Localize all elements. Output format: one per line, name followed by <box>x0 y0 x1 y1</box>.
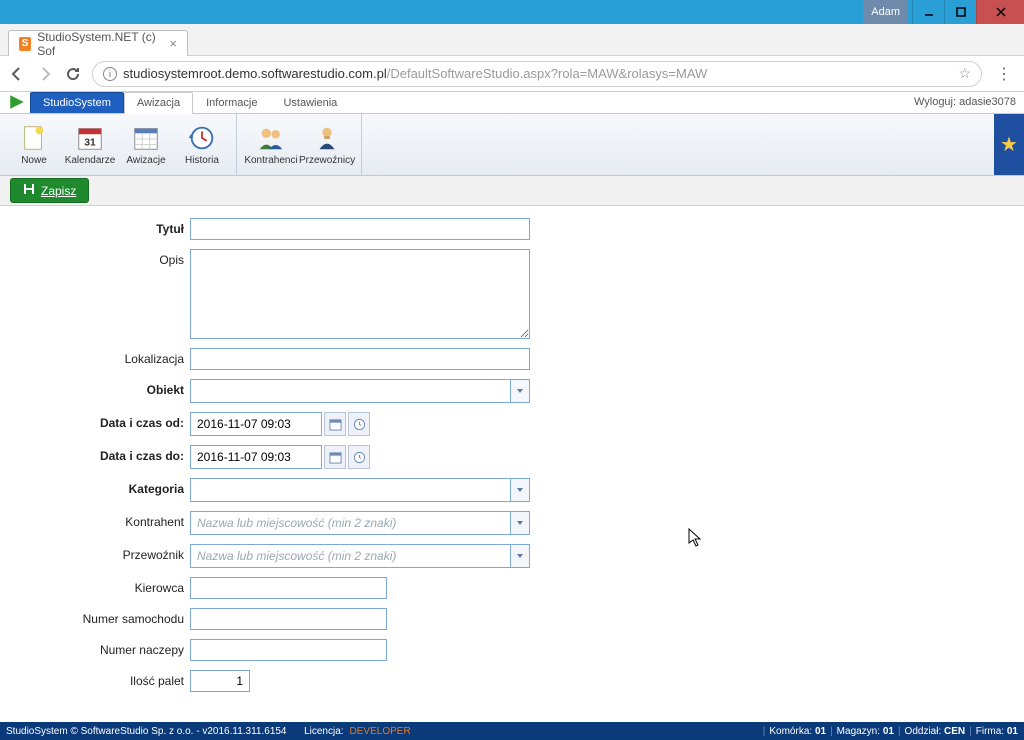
status-licencja-value: DEVELOPER <box>350 726 411 737</box>
calendar-picker-icon[interactable] <box>324 445 346 469</box>
carrier-icon <box>312 123 342 153</box>
status-licencja-label: Licencja: <box>304 726 343 737</box>
clock-picker-icon[interactable] <box>348 445 370 469</box>
favicon-icon: S <box>19 37 31 51</box>
star-icon: ★ <box>1000 132 1018 157</box>
ribbon-awizacje[interactable]: Awizacje <box>118 116 174 173</box>
label-przewoznik: Przewoźnik <box>0 544 190 562</box>
ribbon-label: Kontrahenci <box>244 155 297 166</box>
tab-studiosystem[interactable]: StudioSystem <box>30 92 124 113</box>
combo-przewoznik[interactable] <box>190 544 530 568</box>
save-button[interactable]: Zapisz <box>10 178 89 203</box>
history-icon <box>187 123 217 153</box>
svg-text:31: 31 <box>84 138 96 149</box>
browser-address-bar: i studiosystemroot.demo.softwarestudio.c… <box>0 56 1024 92</box>
status-bar: StudioSystem © SoftwareStudio Sp. z o.o.… <box>0 722 1024 740</box>
window-titlebar: Adam <box>0 0 1024 24</box>
combo-przewoznik-input[interactable] <box>190 544 510 568</box>
label-obiekt: Obiekt <box>0 379 190 397</box>
browser-tab[interactable]: S StudioSystem.NET (c) Sof × <box>8 30 188 56</box>
input-tytul[interactable] <box>190 218 530 240</box>
chevron-down-icon[interactable] <box>510 478 530 502</box>
chevron-down-icon[interactable] <box>510 379 530 403</box>
maximize-button[interactable] <box>944 0 976 24</box>
input-ilosc-palet[interactable] <box>190 670 250 692</box>
browser-tab-title: StudioSystem.NET (c) Sof <box>37 30 159 58</box>
browser-tabstrip: S StudioSystem.NET (c) Sof × <box>0 24 1024 56</box>
ribbon-kontrahenci[interactable]: Kontrahenci <box>243 116 299 173</box>
label-lokalizacja: Lokalizacja <box>0 348 190 366</box>
input-numer-samochodu[interactable] <box>190 608 387 630</box>
tab-ustawienia[interactable]: Ustawienia <box>270 92 350 113</box>
tab-awizacja[interactable]: Awizacja <box>124 92 193 114</box>
label-numer-naczepy: Numer naczepy <box>0 639 190 657</box>
reload-button[interactable] <box>64 65 82 83</box>
ribbon-label: Kalendarze <box>65 155 116 166</box>
save-label: Zapisz <box>41 184 76 198</box>
form: Tytuł Opis Lokalizacja Obiekt Data i cza… <box>0 206 1024 692</box>
close-button[interactable] <box>976 0 1024 24</box>
tab-informacje[interactable]: Informacje <box>193 92 270 113</box>
ribbon-toolbar: Nowe 31 Kalendarze Awizacje Historia <box>0 114 1024 176</box>
input-data-od[interactable] <box>190 412 322 436</box>
status-copyright: StudioSystem © SoftwareStudio Sp. z o.o.… <box>6 726 287 737</box>
label-kontrahent: Kontrahent <box>0 511 190 529</box>
ribbon-label: Przewoźnicy <box>299 155 355 166</box>
new-document-icon <box>19 123 49 153</box>
calendar-icon: 31 <box>75 123 105 153</box>
label-numer-samochodu: Numer samochodu <box>0 608 190 626</box>
label-ilosc-palet: Ilość palet <box>0 670 190 688</box>
clock-picker-icon[interactable] <box>348 412 370 436</box>
minimize-button[interactable] <box>912 0 944 24</box>
logout-link[interactable]: Wyloguj: adasie3078 <box>914 96 1016 108</box>
input-data-do[interactable] <box>190 445 322 469</box>
ribbon-przewoznicy[interactable]: Przewoźnicy <box>299 116 355 173</box>
ribbon-nowe[interactable]: Nowe <box>6 116 62 173</box>
url-box[interactable]: i studiosystemroot.demo.softwarestudio.c… <box>92 61 982 87</box>
input-numer-naczepy[interactable] <box>190 639 387 661</box>
ribbon-label: Awizacje <box>126 155 165 166</box>
label-data-od: Data i czas od: <box>0 412 190 430</box>
chevron-down-icon[interactable] <box>510 511 530 535</box>
disk-icon <box>23 183 35 198</box>
combo-kontrahent-input[interactable] <box>190 511 510 535</box>
site-info-icon[interactable]: i <box>103 67 117 81</box>
back-button[interactable] <box>8 65 26 83</box>
ribbon-kalendarze[interactable]: 31 Kalendarze <box>62 116 118 173</box>
ribbon-label: Nowe <box>21 155 47 166</box>
ribbon-label: Historia <box>185 155 219 166</box>
label-kierowca: Kierowca <box>0 577 190 595</box>
label-data-do: Data i czas do: <box>0 445 190 463</box>
chevron-down-icon[interactable] <box>510 544 530 568</box>
combo-obiekt-input[interactable] <box>190 379 510 403</box>
combo-kategoria[interactable] <box>190 478 530 502</box>
browser-menu-button[interactable]: ⋮ <box>992 64 1016 84</box>
combo-obiekt[interactable] <box>190 379 530 403</box>
ribbon-historia[interactable]: Historia <box>174 116 230 173</box>
url-text: studiosystemroot.demo.softwarestudio.com… <box>123 66 707 81</box>
forward-button[interactable] <box>36 65 54 83</box>
combo-kategoria-input[interactable] <box>190 478 510 502</box>
calendar-picker-icon[interactable] <box>324 412 346 436</box>
play-icon[interactable] <box>8 93 26 111</box>
bookmark-star-icon[interactable]: ☆ <box>958 65 971 82</box>
combo-kontrahent[interactable] <box>190 511 530 535</box>
people-icon <box>256 123 286 153</box>
label-kategoria: Kategoria <box>0 478 190 496</box>
user-button[interactable]: Adam <box>863 0 908 24</box>
input-lokalizacja[interactable] <box>190 348 530 370</box>
tab-close-icon[interactable]: × <box>169 36 177 51</box>
label-opis: Opis <box>0 249 190 267</box>
input-opis[interactable] <box>190 249 530 339</box>
input-kierowca[interactable] <box>190 577 387 599</box>
app-tabs: StudioSystem Awizacja Informacje Ustawie… <box>0 92 1024 114</box>
label-tytul: Tytuł <box>0 218 190 236</box>
ribbon-favorites[interactable]: ★ <box>994 114 1024 175</box>
grid-calendar-icon <box>131 123 161 153</box>
action-bar: Zapisz <box>0 176 1024 206</box>
